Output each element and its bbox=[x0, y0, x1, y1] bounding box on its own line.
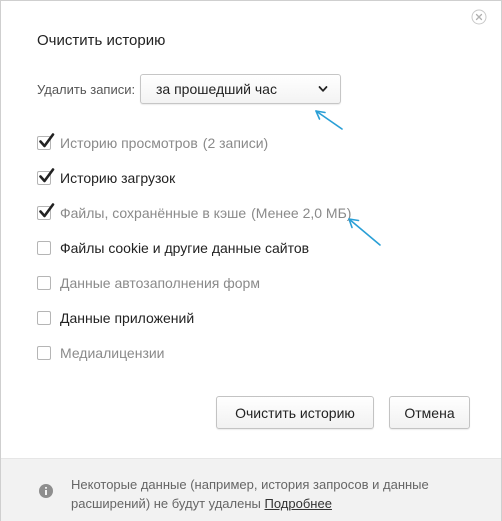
checkbox[interactable] bbox=[37, 202, 55, 220]
history-option-label: Файлы cookie и другие данные сайтов bbox=[60, 239, 310, 256]
history-option-label: Файлы, сохранённые в кэше bbox=[60, 204, 247, 221]
history-option-3[interactable]: Файлы cookie и другие данные сайтов bbox=[37, 230, 351, 265]
history-option-5[interactable]: Данные приложений bbox=[37, 300, 351, 335]
checkbox[interactable] bbox=[37, 240, 51, 255]
footer-text: Некоторые данные (например, история запр… bbox=[71, 475, 471, 513]
footer-notice-text: Некоторые данные (например, история запр… bbox=[71, 477, 429, 511]
clear-history-button[interactable]: Очистить историю bbox=[216, 396, 374, 429]
dialog-title: Очистить историю bbox=[37, 32, 166, 49]
checkbox[interactable] bbox=[37, 132, 55, 150]
history-option-size: (2 записи) bbox=[202, 134, 269, 151]
checkbox[interactable] bbox=[37, 167, 55, 185]
history-options-list: Историю просмотров (2 записи) Историю загр… bbox=[37, 125, 351, 370]
info-icon bbox=[39, 484, 53, 498]
checkmark-icon bbox=[39, 132, 55, 147]
checkbox[interactable] bbox=[37, 275, 51, 290]
history-option-6[interactable]: Медиалицензии bbox=[37, 335, 351, 370]
delete-records-row: Удалить записи: за прошедший час bbox=[37, 73, 341, 105]
checkbox[interactable] bbox=[37, 345, 51, 360]
history-option-size: (Менее 2,0 МБ) bbox=[251, 204, 352, 221]
close-icon[interactable] bbox=[471, 9, 487, 25]
history-option-label: Историю просмотров bbox=[60, 134, 198, 151]
footer-notice: Некоторые данные (например, история запр… bbox=[1, 458, 501, 521]
history-option-1[interactable]: Историю загрузок bbox=[37, 160, 351, 195]
history-option-4[interactable]: Данные автозаполнения форм bbox=[37, 265, 351, 300]
time-range-select[interactable]: за прошедший час bbox=[140, 74, 341, 104]
delete-records-label: Удалить записи: bbox=[37, 81, 136, 97]
checkmark-icon bbox=[39, 202, 55, 217]
history-option-label: Данные автозаполнения форм bbox=[60, 274, 260, 291]
history-option-0[interactable]: Историю просмотров (2 записи) bbox=[37, 125, 351, 160]
chevron-down-icon bbox=[318, 86, 328, 92]
checkmark-icon bbox=[39, 167, 55, 182]
clear-history-dialog: Очистить историю Удалить записи: за прош… bbox=[0, 0, 502, 521]
history-option-label: Историю загрузок bbox=[60, 169, 176, 186]
checkbox[interactable] bbox=[37, 310, 51, 325]
more-info-link[interactable]: Подробнее bbox=[265, 496, 332, 511]
history-option-label: Медиалицензии bbox=[60, 344, 165, 361]
history-option-label: Данные приложений bbox=[60, 309, 195, 326]
history-option-2[interactable]: Файлы, сохранённые в кэше (Менее 2,0 МБ) bbox=[37, 195, 351, 230]
annotation-arrow-icon bbox=[348, 218, 381, 246]
cancel-button[interactable]: Отмена bbox=[389, 396, 470, 429]
time-range-value: за прошедший час bbox=[156, 81, 277, 97]
